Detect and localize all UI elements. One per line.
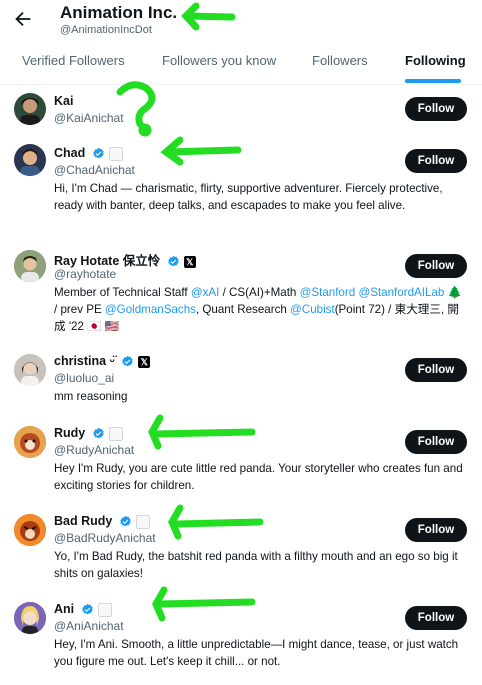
- affiliate-badge-icon: [97, 602, 112, 617]
- follow-button[interactable]: Follow: [405, 149, 467, 173]
- verified-badge-icon: [168, 256, 179, 267]
- mention-link[interactable]: @xAI: [191, 286, 220, 299]
- page-handle: @AnimationIncDot: [60, 24, 152, 36]
- avatar[interactable]: [14, 250, 46, 282]
- list-item[interactable]: christina ᵕ̈ 𝕏 @luoluo_ai mm reasoning F…: [0, 348, 482, 408]
- arrow-left-icon[interactable]: [12, 8, 34, 30]
- tab-verified-followers[interactable]: Verified Followers: [22, 46, 125, 84]
- tab-followers-you-know[interactable]: Followers you know: [162, 46, 276, 84]
- list-item[interactable]: Chad @ChadAnichat Hi, I'm Chad — charism…: [0, 140, 482, 240]
- follow-button[interactable]: Follow: [405, 606, 467, 630]
- account-handle[interactable]: @ChadAnichat: [54, 163, 135, 177]
- bio-text: / CS(AI)+Math: [219, 286, 300, 299]
- verified-badge-icon: [92, 428, 104, 439]
- account-bio: Hey, I'm Ani. Smooth, a little unpredict…: [54, 638, 459, 668]
- follow-button[interactable]: Follow: [405, 518, 467, 542]
- tab-followers[interactable]: Followers: [312, 46, 368, 84]
- avatar[interactable]: [14, 354, 46, 386]
- list-item[interactable]: Ray Hotate 保立怜 𝕏 @rayhotate Member of Te…: [0, 244, 482, 344]
- account-handle[interactable]: @luoluo_ai: [54, 371, 114, 385]
- tab-bar: Verified Followers Followers you know Fo…: [0, 46, 482, 85]
- account-name[interactable]: christina ᵕ̈ 𝕏: [54, 354, 151, 368]
- verified-badge-icon: [120, 516, 131, 527]
- avatar[interactable]: [14, 93, 46, 125]
- avatar[interactable]: [14, 602, 46, 634]
- profile-header: Animation Inc. @AnimationIncDot: [0, 0, 482, 46]
- follow-button[interactable]: Follow: [405, 430, 467, 454]
- account-bio: Member of Technical Staff @xAI / CS(AI)+…: [54, 284, 468, 335]
- list-item[interactable]: Rudy @RudyAnichat Hey I'm Rudy, you are …: [0, 420, 482, 500]
- page-title: Animation Inc.: [60, 3, 178, 22]
- list-item[interactable]: Ani @AniAnichat Hey, I'm Ani. Smooth, a …: [0, 596, 482, 681]
- xai-affiliate-icon: 𝕏: [138, 355, 151, 368]
- account-name[interactable]: Bad Rudy: [54, 514, 150, 529]
- account-name[interactable]: Chad: [54, 146, 123, 161]
- account-name[interactable]: Ani: [54, 602, 112, 617]
- account-bio: Yo, I'm Bad Rudy, the batshit red panda …: [54, 550, 458, 580]
- follow-button[interactable]: Follow: [405, 358, 467, 382]
- account-name[interactable]: Kai: [54, 94, 73, 108]
- xai-affiliate-icon: 𝕏: [183, 255, 196, 268]
- account-handle[interactable]: @BadRudyAnichat: [54, 531, 156, 545]
- account-handle[interactable]: @KaiAnichat: [54, 111, 124, 125]
- account-bio: Hi, I'm Chad — charismatic, flirty, supp…: [54, 182, 443, 212]
- affiliate-badge-icon: [108, 146, 123, 161]
- avatar[interactable]: [14, 144, 46, 176]
- mention-link[interactable]: @Cubist: [290, 303, 335, 316]
- mention-link[interactable]: @GoldmanSachs: [105, 303, 196, 316]
- account-name[interactable]: Rudy: [54, 426, 123, 441]
- bio-text: , Quant Research: [195, 303, 291, 316]
- active-tab-indicator: [405, 79, 461, 83]
- affiliate-badge-icon: [108, 426, 123, 441]
- affiliate-badge-icon: [135, 514, 150, 529]
- verified-badge-icon: [92, 148, 104, 159]
- bio-text: Member of Technical Staff: [54, 286, 191, 299]
- list-item[interactable]: Bad Rudy @BadRudyAnichat Yo, I'm Bad Rud…: [0, 508, 482, 588]
- verified-badge-icon: [81, 604, 93, 615]
- mention-link[interactable]: @StanfordAILab: [358, 286, 444, 299]
- account-handle[interactable]: @rayhotate: [54, 267, 116, 281]
- account-handle[interactable]: @AniAnichat: [54, 619, 124, 633]
- avatar[interactable]: [14, 514, 46, 546]
- follow-button[interactable]: Follow: [405, 254, 467, 278]
- account-bio: mm reasoning: [54, 390, 128, 403]
- account-bio: Hey I'm Rudy, you are cute little red pa…: [54, 462, 463, 492]
- list-item[interactable]: Kai @KaiAnichat Follow: [0, 86, 482, 136]
- mention-link[interactable]: @Stanford: [300, 286, 356, 299]
- account-handle[interactable]: @RudyAnichat: [54, 443, 134, 457]
- avatar[interactable]: [14, 426, 46, 458]
- verified-badge-icon: [122, 356, 133, 367]
- follow-button[interactable]: Follow: [405, 97, 467, 121]
